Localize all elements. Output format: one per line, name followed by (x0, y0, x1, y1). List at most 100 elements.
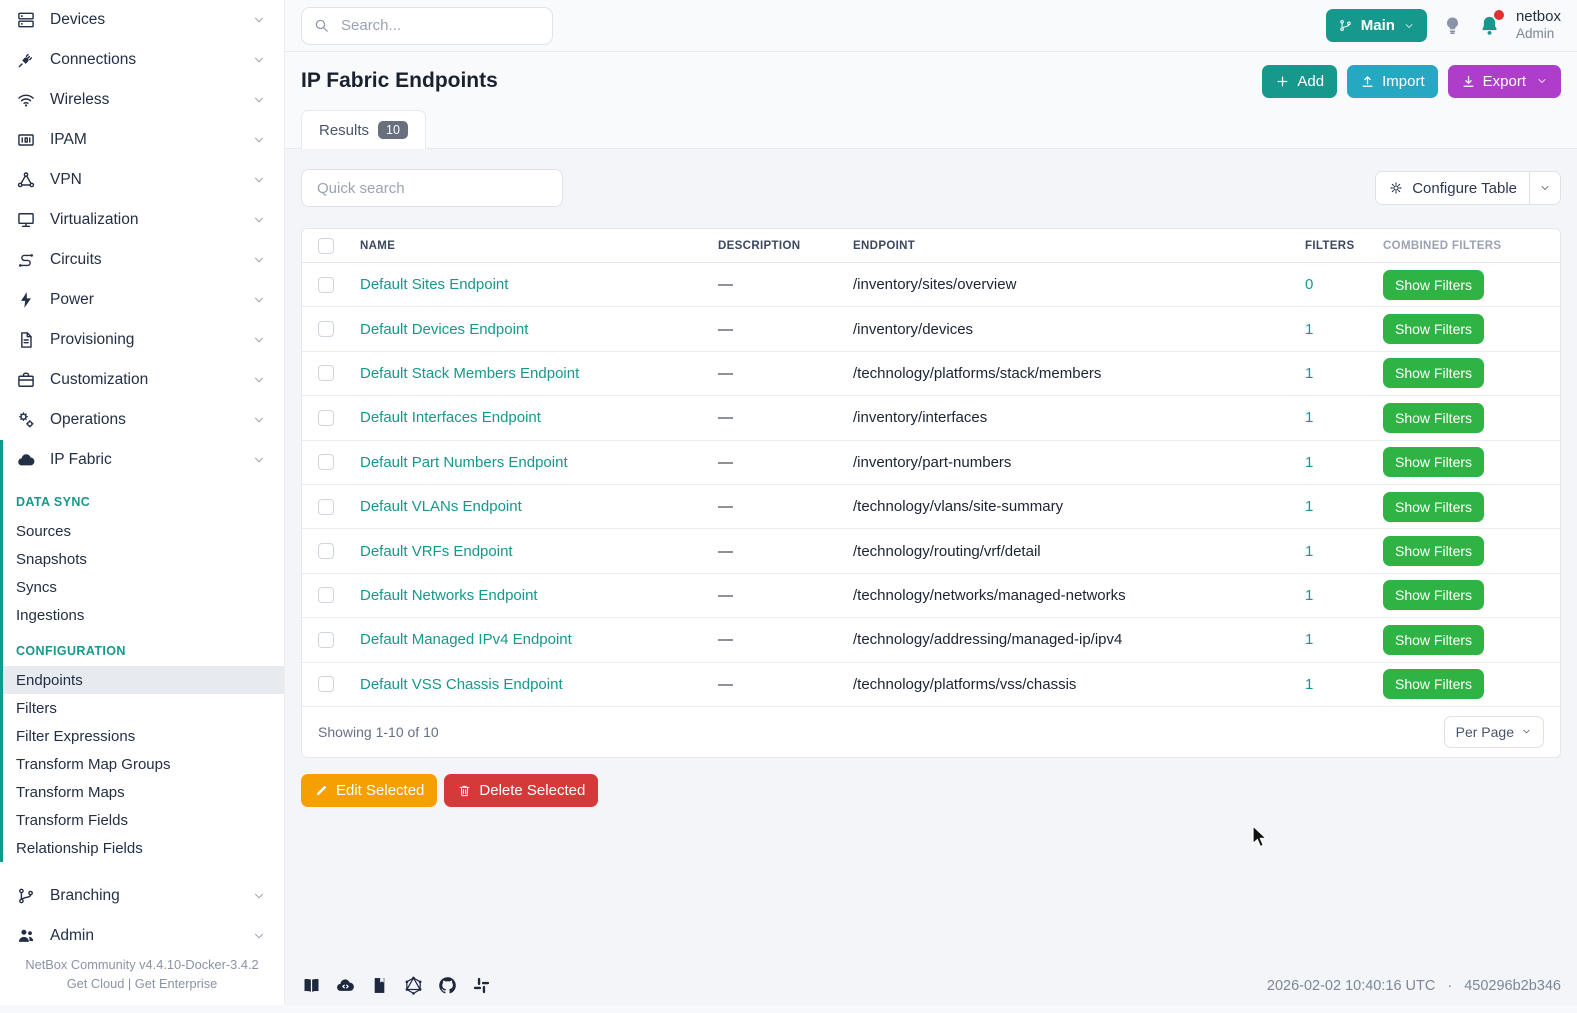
configure-table-button[interactable]: Configure Table (1375, 171, 1530, 205)
export-button[interactable]: Export (1448, 65, 1561, 98)
sidebar-subitem[interactable]: Ingestions (3, 601, 284, 629)
filters-count-link[interactable]: 1 (1305, 321, 1313, 338)
show-filters-button[interactable]: Show Filters (1383, 580, 1484, 610)
sidebar-subitem[interactable]: Transform Maps (3, 778, 284, 806)
sidebar-item[interactable]: Connections (0, 40, 284, 80)
endpoint-name-link[interactable]: Default Interfaces Endpoint (360, 409, 541, 426)
endpoint-name-link[interactable]: Default Managed IPv4 Endpoint (360, 631, 572, 648)
table-row: Default Devices Endpoint — /inventory/de… (302, 307, 1560, 351)
show-filters-button[interactable]: Show Filters (1383, 536, 1484, 566)
per-page-dropdown[interactable]: Per Page (1444, 716, 1544, 748)
notifications-button[interactable] (1478, 14, 1501, 37)
book-icon[interactable] (301, 975, 322, 996)
endpoint-name-link[interactable]: Default VRFs Endpoint (360, 543, 513, 560)
configure-table-dropdown[interactable] (1530, 171, 1561, 205)
show-filters-button[interactable]: Show Filters (1383, 447, 1484, 477)
endpoint-name-link[interactable]: Default Networks Endpoint (360, 587, 538, 604)
row-checkbox[interactable] (318, 543, 334, 559)
sidebar-item[interactable]: Circuits (0, 240, 284, 280)
show-filters-button[interactable]: Show Filters (1383, 403, 1484, 433)
search-input[interactable] (339, 16, 542, 35)
sidebar-subitem[interactable]: Endpoints (3, 666, 284, 694)
import-button[interactable]: Import (1347, 65, 1438, 98)
filters-count-link[interactable]: 1 (1305, 498, 1313, 515)
row-checkbox[interactable] (318, 499, 334, 515)
sidebar-item-ip-fabric[interactable]: IP Fabric (3, 440, 284, 480)
graphql-icon[interactable] (403, 975, 424, 996)
show-filters-button[interactable]: Show Filters (1383, 669, 1484, 699)
filters-count-link[interactable]: 1 (1305, 631, 1313, 648)
show-filters-button[interactable]: Show Filters (1383, 358, 1484, 388)
sidebar-item[interactable]: Operations (0, 400, 284, 440)
row-checkbox[interactable] (318, 587, 334, 603)
column-header-name[interactable]: NAME (350, 229, 708, 263)
github-icon[interactable] (437, 975, 458, 996)
filters-count-link[interactable]: 1 (1305, 676, 1313, 693)
sidebar-item[interactable]: Provisioning (0, 320, 284, 360)
table-header-row: NAME DESCRIPTION ENDPOINT FILTERS COMBIN… (302, 229, 1560, 263)
sidebar-item[interactable]: Virtualization (0, 200, 284, 240)
ipam-icon (16, 130, 36, 150)
global-search[interactable] (301, 7, 553, 45)
sidebar-subitem[interactable]: Relationship Fields (3, 834, 284, 862)
select-all-checkbox[interactable] (318, 238, 334, 254)
chevron-down-icon (252, 889, 266, 903)
endpoint-name-link[interactable]: Default Devices Endpoint (360, 321, 528, 338)
get-cloud-link[interactable]: Get Cloud (67, 976, 125, 991)
sidebar-subitem[interactable]: Filters (3, 694, 284, 722)
journal-icon[interactable] (369, 975, 390, 996)
filters-count-link[interactable]: 0 (1305, 276, 1313, 293)
endpoint-name-link[interactable]: Default VSS Chassis Endpoint (360, 676, 563, 693)
theme-toggle-button[interactable] (1442, 15, 1463, 36)
filters-count-link[interactable]: 1 (1305, 454, 1313, 471)
sidebar-subitem[interactable]: Filter Expressions (3, 722, 284, 750)
sidebar-subitem[interactable]: Snapshots (3, 545, 284, 573)
filters-count-link[interactable]: 1 (1305, 365, 1313, 382)
tab-results[interactable]: Results 10 (301, 110, 426, 149)
branch-selector-button[interactable]: Main (1326, 9, 1427, 42)
user-menu[interactable]: netbox Admin (1516, 8, 1561, 42)
edit-selected-button[interactable]: Edit Selected (301, 774, 437, 807)
sidebar-item[interactable]: Admin (0, 916, 284, 956)
endpoint-name-link[interactable]: Default VLANs Endpoint (360, 498, 522, 515)
slack-icon[interactable] (471, 975, 492, 996)
row-checkbox[interactable] (318, 676, 334, 692)
get-enterprise-link[interactable]: Get Enterprise (135, 976, 218, 991)
endpoint-path-cell: /technology/platforms/vss/chassis (843, 662, 1295, 706)
row-checkbox[interactable] (318, 321, 334, 337)
row-checkbox[interactable] (318, 277, 334, 293)
filters-count-link[interactable]: 1 (1305, 587, 1313, 604)
endpoint-name-link[interactable]: Default Stack Members Endpoint (360, 365, 579, 382)
endpoint-name-link[interactable]: Default Part Numbers Endpoint (360, 454, 568, 471)
filters-count-link[interactable]: 1 (1305, 409, 1313, 426)
column-header-description[interactable]: DESCRIPTION (708, 229, 843, 263)
cloud-code-icon[interactable] (335, 975, 356, 996)
sidebar-item[interactable]: Customization (0, 360, 284, 400)
sidebar-item[interactable]: IPAM (0, 120, 284, 160)
sidebar-subitem[interactable]: Transform Map Groups (3, 750, 284, 778)
sidebar-item[interactable]: Wireless (0, 80, 284, 120)
sidebar-item[interactable]: Branching (0, 876, 284, 916)
show-filters-button[interactable]: Show Filters (1383, 492, 1484, 522)
sidebar-item[interactable]: VPN (0, 160, 284, 200)
column-header-endpoint[interactable]: ENDPOINT (843, 229, 1295, 263)
row-checkbox[interactable] (318, 632, 334, 648)
sidebar-item[interactable]: Devices (0, 0, 284, 40)
show-filters-button[interactable]: Show Filters (1383, 625, 1484, 655)
column-header-filters[interactable]: FILTERS (1295, 229, 1373, 263)
row-checkbox[interactable] (318, 454, 334, 470)
endpoint-name-link[interactable]: Default Sites Endpoint (360, 276, 508, 293)
row-checkbox[interactable] (318, 365, 334, 381)
row-checkbox[interactable] (318, 410, 334, 426)
sidebar-subitem[interactable]: Sources (3, 517, 284, 545)
sidebar-item[interactable]: Power (0, 280, 284, 320)
quick-search[interactable] (301, 169, 563, 207)
delete-selected-button[interactable]: Delete Selected (444, 774, 598, 807)
sidebar-subitem[interactable]: Transform Fields (3, 806, 284, 834)
show-filters-button[interactable]: Show Filters (1383, 270, 1484, 300)
show-filters-button[interactable]: Show Filters (1383, 314, 1484, 344)
add-button[interactable]: Add (1262, 65, 1337, 98)
filters-count-link[interactable]: 1 (1305, 543, 1313, 560)
sidebar-subitem[interactable]: Syncs (3, 573, 284, 601)
quick-search-input[interactable] (315, 179, 549, 198)
